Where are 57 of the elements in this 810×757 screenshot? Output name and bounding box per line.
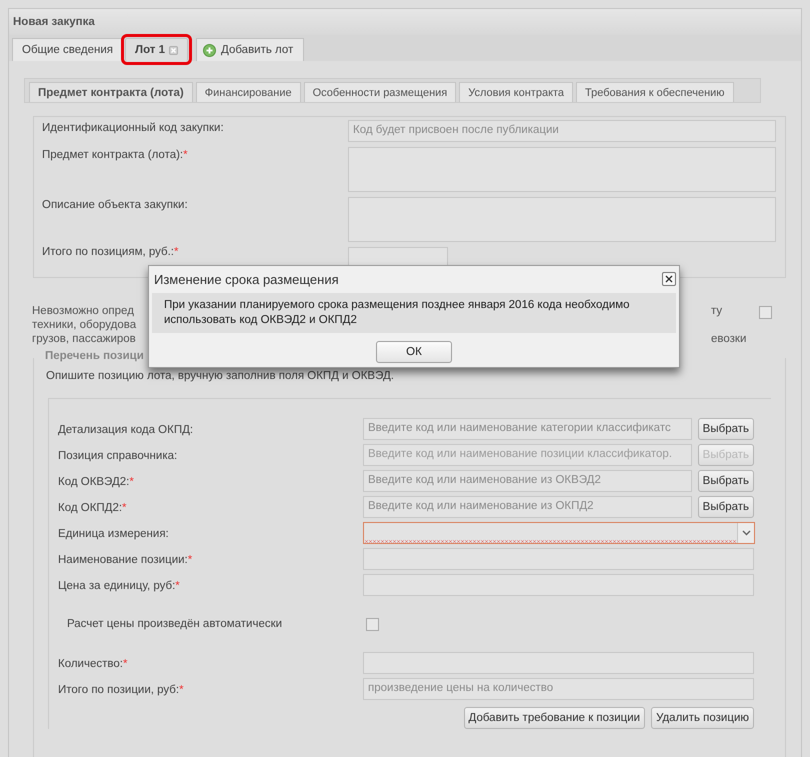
field-label: Позиция справочника: (58, 449, 178, 462)
field-label: Идентификационный код закупки: (42, 121, 225, 134)
required-mark: * (122, 502, 127, 514)
caret-icon (742, 530, 750, 536)
required-mark: * (183, 149, 188, 161)
notice-text: техники, оборудова (32, 318, 136, 332)
required-mark: * (175, 580, 180, 592)
required-mark: * (129, 476, 134, 488)
text-area[interactable] (348, 147, 776, 192)
checkbox-label: Расчет цены произведён автоматически (66, 618, 284, 630)
required-mark: * (174, 246, 178, 258)
field-label: Количество:* (58, 657, 128, 670)
field-label: Наименование позиции:* (58, 553, 194, 566)
field-label: Единица измерения: (58, 527, 170, 540)
tab[interactable]: Предмет контракта (лота) (29, 82, 193, 102)
field-label: Описание объекта закупки: (42, 198, 189, 211)
notice-text: Невозможно опред (32, 304, 134, 318)
ok-button[interactable]: ОК (376, 341, 452, 363)
required-mark: * (122, 658, 128, 670)
tab[interactable]: Финансирование (196, 82, 301, 102)
tab[interactable]: Особенности размещения (304, 82, 456, 102)
checkbox[interactable] (759, 306, 772, 319)
window-title: Новая закупка (8, 8, 802, 35)
text-area[interactable] (348, 197, 776, 242)
input-field[interactable] (363, 652, 754, 674)
required-mark: * (179, 684, 184, 696)
dialog-title: Изменение срока размещения (154, 272, 339, 286)
checkbox[interactable] (366, 618, 379, 630)
input-field[interactable] (363, 548, 754, 570)
plus-icon (203, 44, 216, 56)
field-label: Код ОКВЭД2:* (58, 475, 135, 488)
select-button[interactable]: Выбрать (698, 418, 754, 440)
tab[interactable]: Условия контракта (459, 82, 574, 102)
notice-text: грузов, пассажиров (32, 332, 136, 346)
input-field[interactable] (363, 574, 754, 596)
select-button[interactable]: Выбрать (698, 470, 754, 492)
field-label: Детализация кода ОКПД: (58, 423, 194, 436)
tab[interactable]: Общие сведения (12, 38, 123, 61)
dialog-message: При указании планируемого срока размещения позднее января 2016 кода необходимо использовать код ОКВЭД2 и ОКПД2 (152, 293, 676, 333)
action-button[interactable]: Добавить требование к позиции (464, 707, 646, 729)
field-label: Код ОКПД2:* (58, 501, 128, 514)
close-icon[interactable] (169, 46, 178, 54)
required-mark: * (188, 554, 192, 566)
field-label: Цена за единицу, руб:* (58, 579, 181, 592)
notice-text: евозки (711, 332, 746, 346)
field-label: Итого по позиции, руб:* (58, 683, 185, 696)
close-icon (665, 275, 673, 283)
select-button[interactable]: Выбрать (698, 496, 754, 518)
notice-text: ту (711, 304, 722, 318)
close-button[interactable] (662, 272, 676, 286)
field-label: Предмет контракта (лота):* (42, 148, 189, 161)
field-label: Итого по позициям, руб.:* (42, 247, 180, 258)
action-button[interactable]: Удалить позицию (651, 707, 754, 729)
dropdown-field[interactable] (363, 522, 755, 544)
tab[interactable]: Требования к обеспечению (576, 82, 734, 102)
add-tab[interactable]: Добавить лот (196, 38, 304, 61)
hint-text: Опишите позицию лота, вручную заполнив поля ОКПД и ОКВЭД. (46, 370, 395, 382)
